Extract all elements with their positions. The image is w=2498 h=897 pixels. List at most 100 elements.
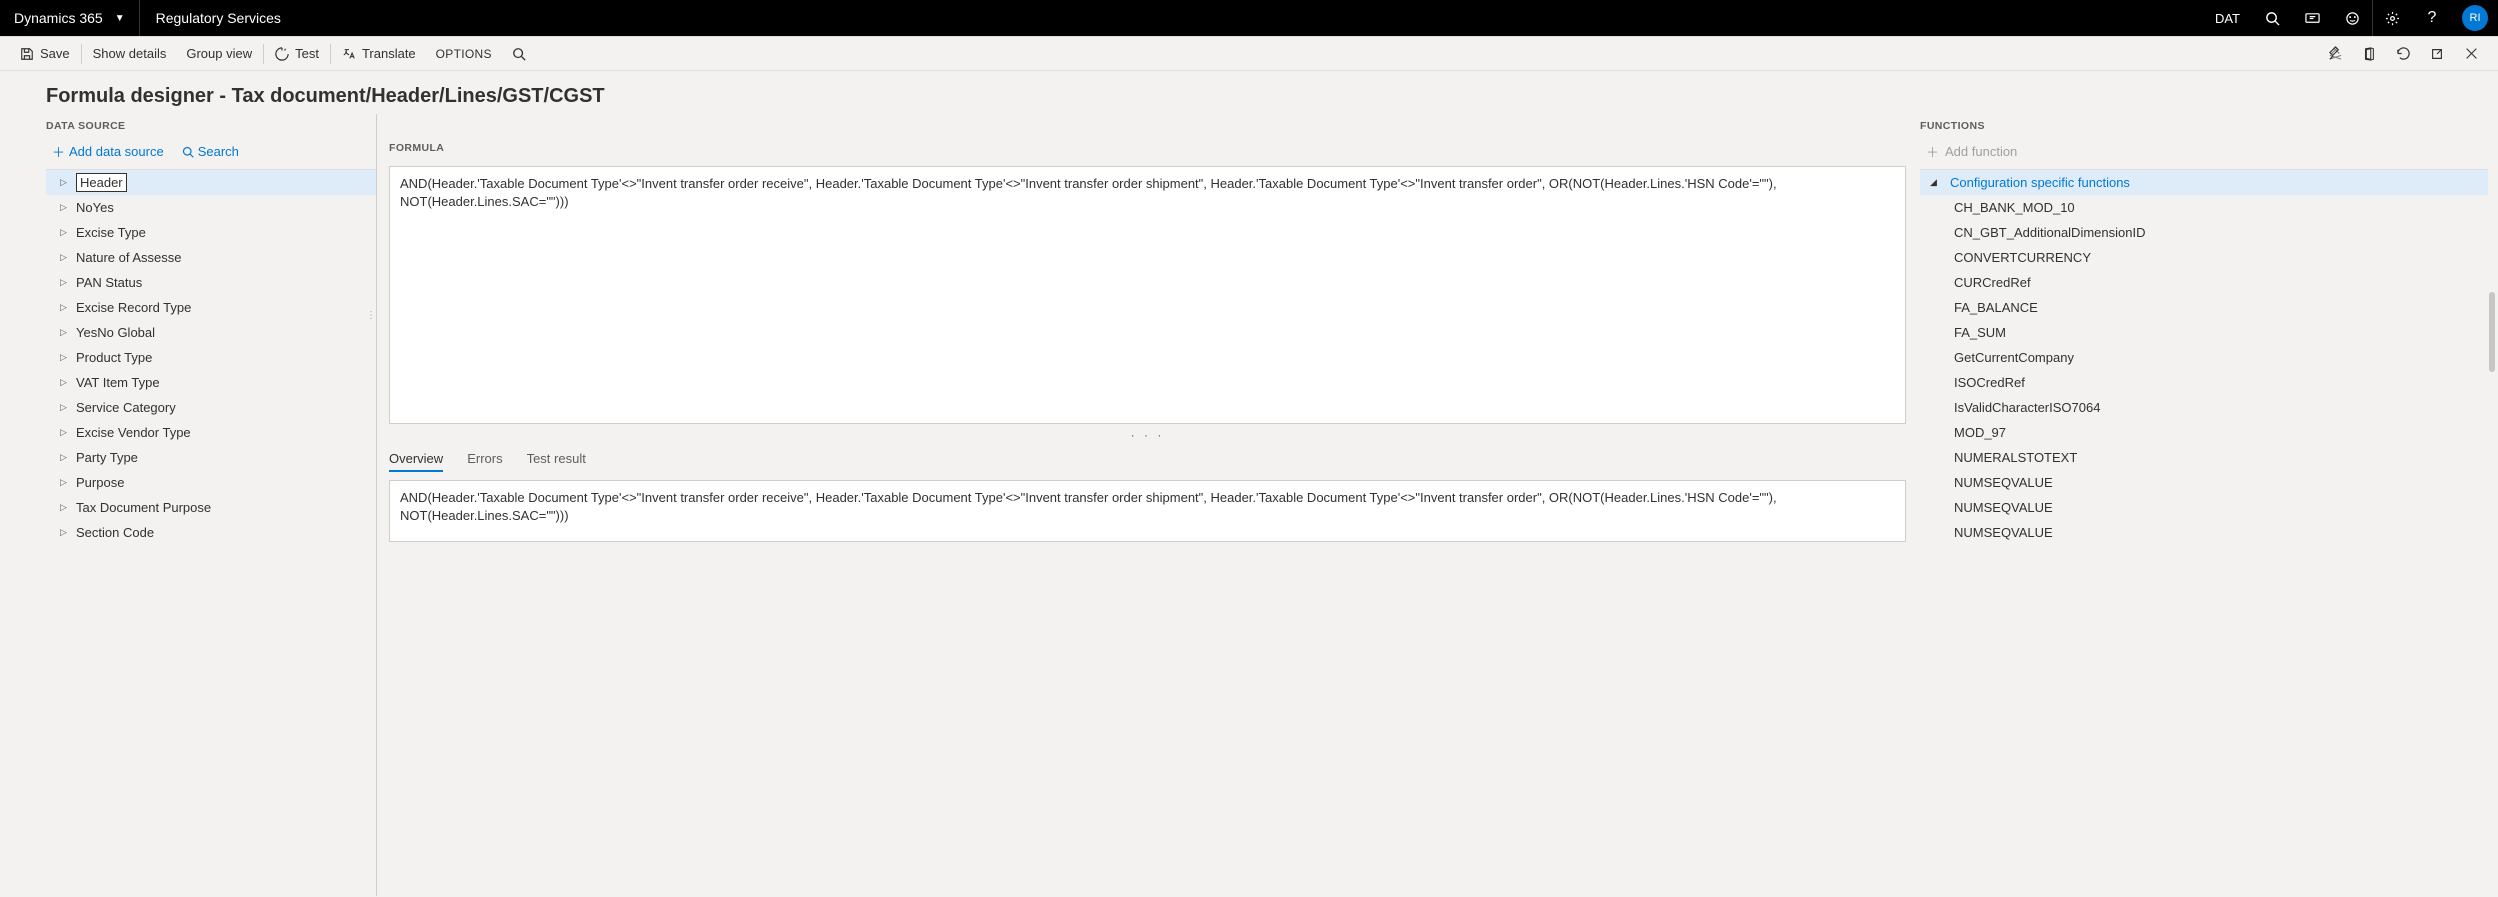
global-navbar: Dynamics 365 ▼ Regulatory Services DAT ?… [0,0,2498,36]
data-source-item[interactable]: ▷Purpose [46,470,376,495]
data-source-item-label: Party Type [76,450,138,465]
data-source-item-label: Excise Vendor Type [76,425,191,440]
data-source-item-label: VAT Item Type [76,375,160,390]
formula-panel: FORMULA · · · Overview Errors Test resul… [383,114,1920,896]
function-item[interactable]: NUMSEQVALUE [1920,495,2488,520]
data-source-item-label: Purpose [76,475,124,490]
module-title[interactable]: Regulatory Services [140,10,297,26]
caret-right-icon: ▷ [60,427,74,438]
data-source-item-label: Section Code [76,525,154,540]
close-icon[interactable] [2454,37,2488,71]
formula-header: FORMULA [389,142,1906,154]
save-button[interactable]: Save [10,37,80,70]
data-source-header: DATA SOURCE [46,120,376,132]
user-avatar[interactable]: RI [2462,5,2488,31]
caret-down-icon: ◢ [1930,177,1944,188]
data-source-item[interactable]: ▷Section Code [46,520,376,545]
caret-right-icon: ▷ [60,227,74,238]
page-title: Formula designer - Tax document/Header/L… [46,85,2498,108]
horizontal-splitter[interactable]: · · · [389,427,1906,443]
data-source-item-label: Nature of Assesse [76,250,182,265]
data-source-panel: DATA SOURCE ＋ Add data source Search ▷He… [46,114,376,896]
test-button[interactable]: Test [265,37,329,70]
data-source-item[interactable]: ▷VAT Item Type [46,370,376,395]
translate-button[interactable]: Translate [332,37,426,70]
data-source-search-button[interactable]: Search [182,142,239,161]
data-source-item[interactable]: ▷Service Category [46,395,376,420]
translate-label: Translate [362,46,416,61]
attach-icon[interactable] [2318,37,2352,71]
group-view-button[interactable]: Group view [176,37,262,70]
function-item[interactable]: IsValidCharacterISO7064 [1920,395,2488,420]
office-icon[interactable] [2352,37,2386,71]
data-source-item[interactable]: ▷Nature of Assesse [46,245,376,270]
caret-right-icon: ▷ [60,527,74,538]
data-source-item-label: Service Category [76,400,176,415]
vertical-splitter[interactable]: ⋮ [366,310,376,321]
feedback-icon[interactable] [2332,0,2372,36]
chevron-down-icon: ▼ [115,13,125,24]
data-source-item[interactable]: ▷Header [46,170,376,195]
caret-right-icon: ▷ [60,177,74,188]
data-source-item[interactable]: ▷YesNo Global [46,320,376,345]
caret-right-icon: ▷ [60,302,74,313]
data-source-item[interactable]: ▷Party Type [46,445,376,470]
data-source-item-label: YesNo Global [76,325,155,340]
brand-label: Dynamics 365 [14,10,103,26]
data-source-item-label: Excise Type [76,225,146,240]
function-item[interactable]: GetCurrentCompany [1920,345,2488,370]
caret-right-icon: ▷ [60,202,74,213]
function-group[interactable]: ◢ Configuration specific functions [1920,170,2488,195]
function-item[interactable]: NUMERALSTOTEXT [1920,445,2488,470]
settings-icon[interactable] [2372,0,2412,36]
caret-right-icon: ▷ [60,327,74,338]
function-item[interactable]: NUMSEQVALUE [1920,470,2488,495]
function-item[interactable]: ISOCredRef [1920,370,2488,395]
caret-right-icon: ▷ [60,352,74,363]
show-details-button[interactable]: Show details [83,37,177,70]
messages-icon[interactable] [2292,0,2332,36]
data-source-item[interactable]: ▷Excise Type [46,220,376,245]
tab-test-result[interactable]: Test result [527,447,586,472]
function-item[interactable]: FA_SUM [1920,320,2488,345]
help-icon[interactable]: ? [2412,0,2452,36]
tab-overview[interactable]: Overview [389,447,443,472]
add-data-source-button[interactable]: ＋ Add data source [52,142,164,161]
data-source-item[interactable]: ▷NoYes [46,195,376,220]
function-item[interactable]: CURCredRef [1920,270,2488,295]
data-source-item[interactable]: ▷Excise Vendor Type [46,420,376,445]
function-item[interactable]: FA_BALANCE [1920,295,2488,320]
data-source-item-label: Tax Document Purpose [76,500,211,515]
scrollbar-thumb[interactable] [2489,292,2495,372]
function-item[interactable]: NUMSEQVALUE [1920,520,2488,545]
caret-right-icon: ▷ [60,502,74,513]
data-source-item[interactable]: ▷Excise Record Type [46,295,376,320]
tab-errors[interactable]: Errors [467,447,502,472]
data-source-item[interactable]: ▷PAN Status [46,270,376,295]
data-source-item-label: Header [76,173,127,192]
search-icon[interactable] [2252,0,2292,36]
functions-header: FUNCTIONS [1920,120,2488,132]
plus-icon: ＋ [52,142,65,161]
overview-readonly: AND(Header.'Taxable Document Type'<>"Inv… [389,480,1906,542]
data-source-item[interactable]: ▷Product Type [46,345,376,370]
function-item[interactable]: CN_GBT_AdditionalDimensionID [1920,220,2488,245]
caret-right-icon: ▷ [60,277,74,288]
data-source-item-label: Product Type [76,350,152,365]
app-switcher[interactable]: Dynamics 365 ▼ [0,0,140,36]
company-picker[interactable]: DAT [2203,0,2252,36]
functions-panel: FUNCTIONS ＋ Add function ◢ Configuration… [1920,114,2498,896]
data-source-item-label: NoYes [76,200,114,215]
refresh-icon[interactable] [2386,37,2420,71]
popout-icon[interactable] [2420,37,2454,71]
function-item[interactable]: MOD_97 [1920,420,2488,445]
formula-editor[interactable] [389,166,1906,424]
function-item[interactable]: CONVERTCURRENCY [1920,245,2488,270]
add-function-button[interactable]: ＋ Add function [1920,142,2488,161]
action-search-button[interactable] [502,37,536,70]
function-item[interactable]: CH_BANK_MOD_10 [1920,195,2488,220]
data-source-item[interactable]: ▷Tax Document Purpose [46,495,376,520]
caret-right-icon: ▷ [60,452,74,463]
options-button[interactable]: OPTIONS [426,37,502,70]
caret-right-icon: ▷ [60,477,74,488]
